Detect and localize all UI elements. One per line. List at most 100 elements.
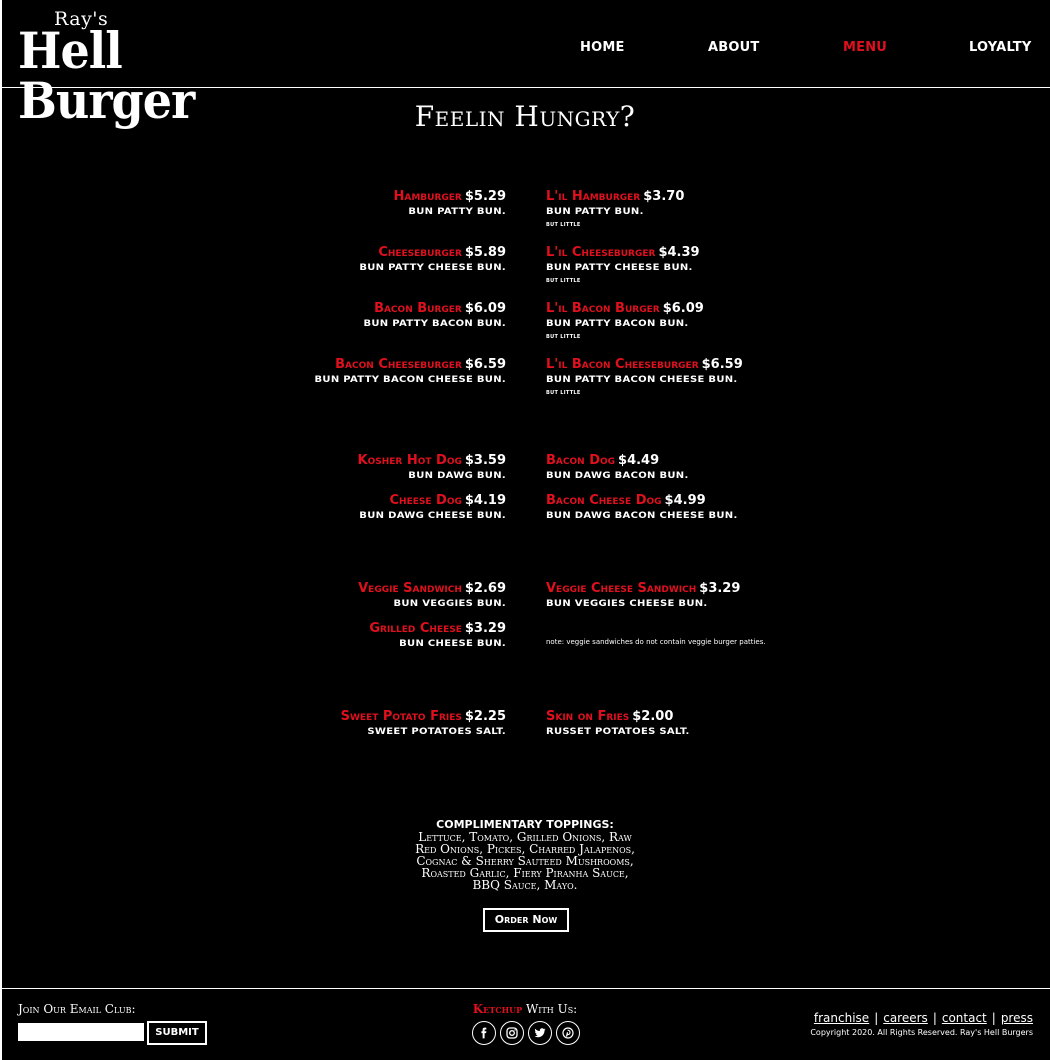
facebook-icon[interactable] — [472, 1021, 496, 1045]
menu-item-description: bun patty bacon cheese bun. — [314, 374, 506, 385]
menu-item-heading: Skin on Fries $2.00 — [546, 709, 906, 725]
menu-item-heading: Bacon Dog $4.49 — [546, 453, 906, 469]
footer-link-contact[interactable]: contact — [942, 1011, 987, 1025]
footer-link-franchise[interactable]: franchise — [814, 1011, 869, 1025]
menu-item-name: Skin on Fries — [546, 709, 630, 724]
menu-item-name: Hamburger — [393, 189, 462, 204]
nav-loyalty[interactable]: LOYALTY — [969, 40, 1031, 58]
instagram-icon[interactable] — [500, 1021, 524, 1045]
site-footer: Join Our Email Club: Submit Ketchup With… — [0, 988, 1050, 1060]
menu-item-description: russet potatoes salt. — [546, 726, 690, 737]
page-frame — [0, 0, 1050, 1060]
menu-item: L'il Bacon Cheeseburger $6.59 bun patty ba… — [546, 357, 906, 397]
ketchup-rest-text: With Us: — [522, 1002, 578, 1016]
menu-item-price: $6.09 — [464, 301, 506, 316]
menu-item-name: L'il Hamburger — [546, 189, 641, 204]
menu-item-note: but little — [546, 222, 581, 228]
menu-item: Bacon Cheeseburger $6.59 bun patty bacon c… — [146, 357, 506, 389]
menu-item-heading: Sweet Potato Fries $2.25 — [146, 709, 506, 725]
menu-item-note: but little — [546, 390, 581, 396]
menu-item: L'il Hamburger $3.70 bun patty bun. but lit… — [546, 189, 906, 229]
menu-item-heading: Bacon Burger $6.09 — [146, 301, 506, 317]
menu-item-name: L'il Bacon Cheeseburger — [546, 357, 699, 372]
menu-item-price: $4.49 — [618, 453, 660, 468]
menu-item-price: $3.29 — [464, 621, 506, 636]
nav-menu[interactable]: MENU — [843, 40, 887, 58]
menu-item: Veggie Cheese Sandwich $3.29 bun veggies c… — [546, 581, 906, 613]
menu-item-name: Bacon Dog — [546, 453, 616, 468]
order-now-button[interactable]: Order Now — [483, 908, 569, 932]
veggie-note: note: veggie sandwiches do not contain v… — [546, 638, 766, 646]
email-input[interactable] — [18, 1023, 144, 1041]
menu-item-description: bun patty bacon bun. — [363, 318, 506, 329]
menu-item-name: Grilled Cheese — [369, 621, 462, 636]
menu-item-note: but little — [546, 278, 581, 284]
menu-item-description: bun dawg bacon bun. — [546, 470, 689, 481]
menu-item-price: $4.99 — [664, 493, 706, 508]
menu-item-description: bun patty cheese bun. — [359, 262, 506, 273]
menu-item-heading: Veggie Sandwich $2.69 — [146, 581, 506, 597]
footer-link-press[interactable]: press — [1001, 1011, 1033, 1025]
menu-item-heading: Grilled Cheese $3.29 — [146, 621, 506, 637]
menu-item-name: Bacon Burger — [374, 301, 462, 316]
menu-item-heading: L'il Cheeseburger $4.39 — [546, 245, 906, 261]
footer-links: franchise | careers | contact | press — [814, 1011, 1033, 1025]
menu-item-description: bun dawg cheese bun. — [359, 510, 506, 521]
link-separator: | — [932, 1011, 937, 1025]
menu-item-heading: L'il Hamburger $3.70 — [546, 189, 906, 205]
footer-link-careers[interactable]: careers — [883, 1011, 928, 1025]
menu-item-name: Veggie Sandwich — [358, 581, 462, 596]
toppings-section: Complimentary toppings: Lettuce, Tomato,… — [0, 818, 1050, 891]
menu-item-price: $3.70 — [643, 189, 685, 204]
menu-item-description: bun veggies bun. — [393, 598, 506, 609]
menu-item-description: bun patty cheese bun. — [546, 262, 693, 273]
menu-item: Bacon Cheese Dog $4.99 bun dawg bacon chee… — [546, 493, 906, 525]
twitter-icon[interactable] — [528, 1021, 552, 1045]
menu-item-name: Veggie Cheese Sandwich — [546, 581, 697, 596]
menu-item-price: $2.00 — [632, 709, 674, 724]
menu-item-description: bun cheese bun. — [399, 638, 506, 649]
menu-item-heading: L'il Bacon Cheeseburger $6.59 — [546, 357, 906, 373]
link-separator: | — [991, 1011, 996, 1025]
menu-item-price: $4.39 — [658, 245, 700, 260]
menu-item-name: Sweet Potato Fries — [340, 709, 462, 724]
pinterest-icon[interactable] — [556, 1021, 580, 1045]
menu-item-name: Bacon Cheeseburger — [335, 357, 462, 372]
copyright-text: Copyright 2020. All Rights Reserved. Ray… — [810, 1028, 1033, 1037]
brand-logo[interactable]: Ray's Hell Burger — [18, 6, 278, 125]
menu-item: Cheese Dog $4.19 bun dawg cheese bun. — [146, 493, 506, 525]
menu-item-price: $6.59 — [701, 357, 743, 372]
menu-item-heading: Veggie Cheese Sandwich $3.29 — [546, 581, 906, 597]
menu-item-price: $6.59 — [464, 357, 506, 372]
menu-item: Hamburger $5.29 bun patty bun. — [146, 189, 507, 221]
menu-item-price: $2.69 — [464, 581, 506, 596]
menu-item-heading: L'il Bacon Burger $6.09 — [546, 301, 906, 317]
submit-button[interactable]: Submit — [147, 1021, 207, 1045]
page-title: Feelin Hungry? — [414, 100, 636, 133]
menu-item-description: bun dawg bun. — [408, 470, 506, 481]
menu-item-name: L'il Cheeseburger — [546, 245, 656, 260]
menu-item-heading: Kosher Hot Dog $3.59 — [146, 453, 507, 469]
site-header: Ray's Hell Burger HOME ABOUT MENU LOYALT… — [0, 0, 1050, 125]
menu-item-heading: Cheeseburger $5.89 — [146, 245, 506, 261]
menu-item-price: $4.19 — [464, 493, 506, 508]
menu-item-description: bun patty bacon bun. — [546, 318, 689, 329]
menu-item: L'il Bacon Burger $6.09 bun patty bacon bu… — [546, 301, 906, 341]
menu-item: Bacon Dog $4.49 bun dawg bacon bun. — [546, 453, 906, 485]
menu-item-description: bun veggies cheese bun. — [546, 598, 708, 609]
menu-item-description: bun dawg bacon cheese bun. — [546, 510, 738, 521]
menu-item-price: $6.09 — [662, 301, 704, 316]
menu-item-description: bun patty bun. — [408, 206, 506, 217]
menu-item-price: $3.59 — [464, 453, 506, 468]
menu-item-name: Cheese Dog — [389, 493, 462, 508]
menu-item: Kosher Hot Dog $3.59 bun dawg bun. — [146, 453, 507, 485]
nav-about[interactable]: ABOUT — [708, 40, 759, 58]
menu-item-heading: Bacon Cheese Dog $4.99 — [546, 493, 906, 509]
menu-item-name: Cheeseburger — [378, 245, 462, 260]
menu-item-description: sweet potatoes salt. — [367, 726, 506, 737]
menu-item-price: $3.29 — [699, 581, 741, 596]
menu-item-price: $5.89 — [464, 245, 506, 260]
nav-home[interactable]: HOME — [580, 40, 625, 58]
menu-item: Skin on Fries $2.00 russet potatoes salt. — [546, 709, 906, 741]
menu-item: Bacon Burger $6.09 bun patty bacon bun. — [146, 301, 506, 333]
